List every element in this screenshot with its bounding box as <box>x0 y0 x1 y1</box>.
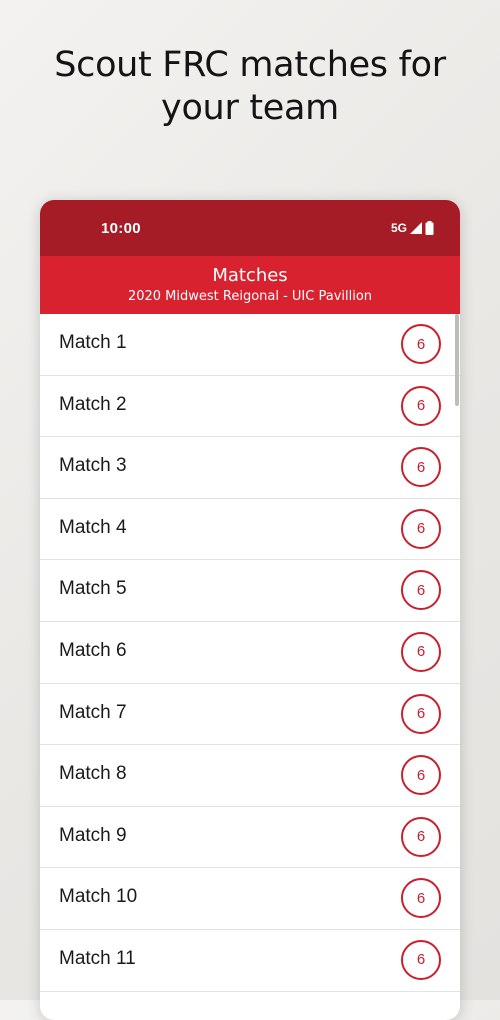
match-row[interactable]: Match 9 6 <box>40 807 460 869</box>
match-row[interactable]: Match 1 6 <box>40 314 460 376</box>
team-count-badge: 6 <box>401 878 441 919</box>
event-subtitle: 2020 Midwest Reigonal - UIC Pavillion <box>127 289 373 304</box>
team-count-badge: 6 <box>401 755 441 796</box>
promo-headline-line-1: Scout FRC matches for <box>54 45 446 85</box>
match-label: Match 9 <box>59 824 127 846</box>
match-row[interactable]: Match 2 6 <box>40 376 460 438</box>
page-title: Matches <box>212 265 288 286</box>
promo-headline-line-2: your team <box>161 88 339 128</box>
match-label: Match 7 <box>59 701 127 723</box>
match-label: Match 11 <box>59 947 136 969</box>
team-count-badge: 6 <box>401 570 441 611</box>
network-type: 5G <box>390 221 407 235</box>
scrollbar[interactable] <box>455 314 459 406</box>
match-label: Match 8 <box>59 763 127 785</box>
team-count-badge: 6 <box>401 324 441 364</box>
match-row[interactable]: Match 6 6 <box>40 622 460 684</box>
team-count-badge: 6 <box>401 631 441 672</box>
team-count-badge: 6 <box>401 385 441 426</box>
match-row[interactable]: Match 7 6 <box>40 684 460 746</box>
signal-icon <box>410 222 422 234</box>
status-icons: 5G <box>391 221 434 235</box>
promo-headline: Scout FRC matches for your team <box>0 44 500 130</box>
phone-screen: 10:00 5G Matches 2020 Midwest Reigonal -… <box>40 200 460 1020</box>
match-list[interactable]: Match 1 6 Match 2 6 Match 3 6 Match 4 6 … <box>40 314 460 1020</box>
match-row[interactable]: Match 5 6 <box>40 560 460 622</box>
app-bar: Matches 2020 Midwest Reigonal - UIC Pavi… <box>40 256 460 314</box>
match-label: Match 4 <box>59 516 127 538</box>
team-count-badge: 6 <box>401 816 441 857</box>
battery-icon <box>425 221 434 235</box>
match-label: Match 5 <box>59 578 127 600</box>
match-label: Match 6 <box>59 639 127 661</box>
match-row[interactable]: Match 10 6 <box>40 868 460 930</box>
match-row[interactable]: Match 4 6 <box>40 499 460 561</box>
status-time: 10:00 <box>101 220 141 237</box>
match-label: Match 10 <box>59 886 138 908</box>
team-count-badge: 6 <box>401 693 441 734</box>
match-row[interactable]: Match 8 6 <box>40 745 460 807</box>
status-bar: 10:00 5G <box>40 200 460 256</box>
match-label: Match 2 <box>59 393 127 415</box>
match-row[interactable]: Match 3 6 <box>40 437 460 499</box>
team-count-badge: 6 <box>401 447 441 488</box>
match-label: Match 1 <box>59 332 127 353</box>
team-count-badge: 6 <box>401 508 441 549</box>
match-label: Match 3 <box>59 455 127 477</box>
match-row[interactable]: Match 11 6 <box>40 930 460 992</box>
team-count-badge: 6 <box>401 939 441 980</box>
